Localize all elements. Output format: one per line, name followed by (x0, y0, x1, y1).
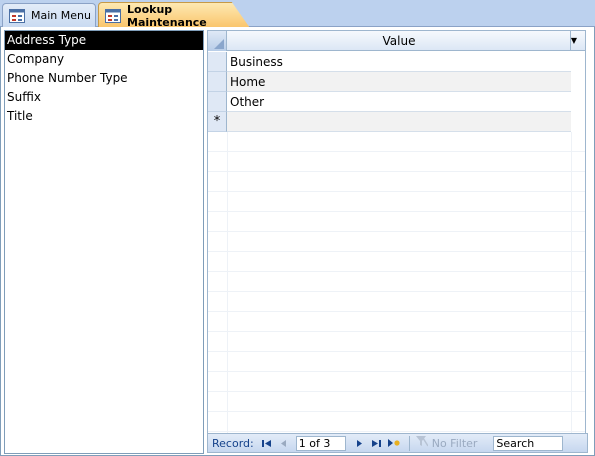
form-icon (105, 8, 121, 23)
table-row[interactable]: Other (208, 92, 571, 112)
next-record-button[interactable] (353, 436, 367, 450)
tab-lookup-maintenance-label: Lookup Maintenance (127, 2, 207, 29)
previous-record-button[interactable] (277, 436, 291, 450)
document-tab-strip: Main Menu Lookup Maintenance (0, 0, 595, 28)
list-item-phone-number-type[interactable]: Phone Number Type (5, 69, 203, 88)
column-dropdown-arrow-icon[interactable]: ▼ (571, 31, 577, 51)
list-item-suffix[interactable]: Suffix (5, 88, 203, 107)
value-cell[interactable]: Other (230, 92, 264, 112)
filter-toggle-button[interactable]: No Filter (415, 436, 478, 450)
row-selector[interactable] (208, 52, 227, 72)
select-all-button[interactable] (208, 31, 227, 51)
last-record-button[interactable] (370, 436, 384, 450)
new-record-button[interactable] (387, 436, 401, 450)
first-record-button[interactable] (260, 436, 274, 450)
select-all-triangle-icon (214, 39, 224, 49)
row-selector[interactable] (208, 92, 227, 112)
form-icon (9, 8, 25, 23)
tab-main-menu-label: Main Menu (31, 9, 91, 22)
row-selector[interactable] (208, 72, 227, 92)
table-row[interactable]: Home (208, 72, 571, 92)
filter-funnel-icon (415, 436, 429, 450)
empty-grid-area (208, 132, 585, 435)
tab-main-menu[interactable]: Main Menu (2, 3, 96, 27)
list-item-company[interactable]: Company (5, 50, 203, 69)
right-scroll-track (587, 30, 593, 452)
record-label: Record: (212, 436, 254, 450)
current-record-field[interactable]: 1 of 3 (295, 435, 346, 451)
value-cell[interactable]: Business (230, 52, 283, 72)
column-header-value[interactable]: Value (228, 31, 571, 51)
column-header-label: Value (382, 34, 416, 48)
datasheet-header: Value ▼ (208, 31, 585, 51)
nav-separator (408, 435, 410, 451)
value-datasheet: Value ▼ Business Home Other * (207, 30, 586, 436)
table-row[interactable]: Business (208, 52, 571, 72)
filter-label: No Filter (431, 436, 478, 450)
form-body: Address Type Company Phone Number Type S… (0, 27, 595, 456)
new-record-marker[interactable]: * (208, 112, 227, 132)
search-input[interactable]: Search (493, 435, 564, 451)
tab-lookup-maintenance[interactable]: Lookup Maintenance (98, 2, 250, 28)
list-item-title[interactable]: Title (5, 107, 203, 126)
new-record-row[interactable]: * (208, 112, 571, 132)
list-item-address-type[interactable]: Address Type (5, 31, 203, 50)
record-navigation-bar: Record: 1 of 3 No Filter Search (207, 433, 588, 453)
lookup-type-list[interactable]: Address Type Company Phone Number Type S… (4, 30, 204, 454)
value-cell[interactable]: Home (230, 72, 265, 92)
